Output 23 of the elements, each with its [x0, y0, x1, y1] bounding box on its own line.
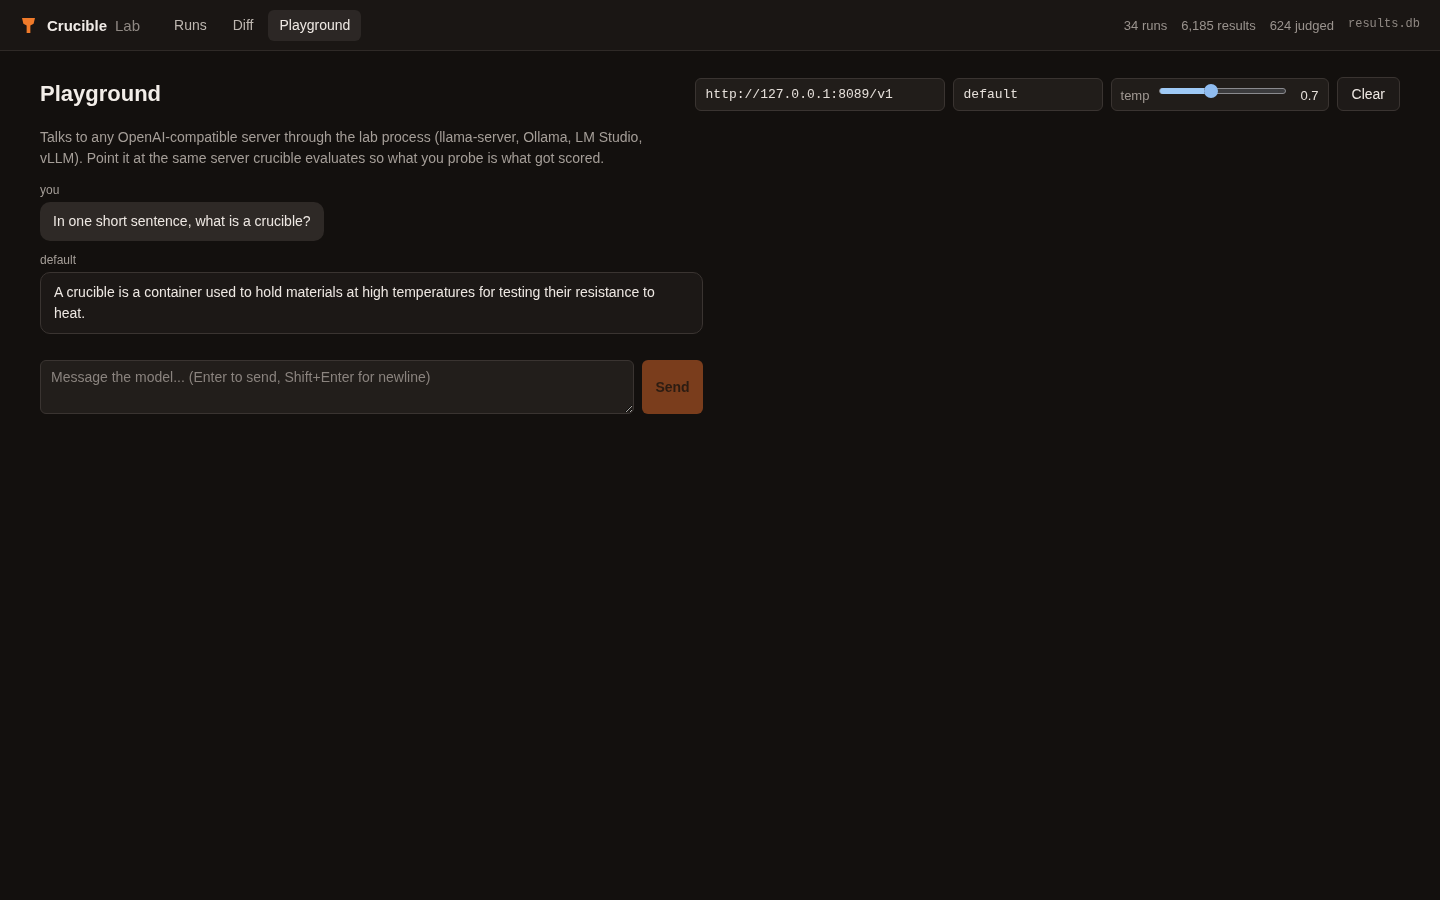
user-message: In one short sentence, what is a crucible? — [40, 202, 324, 241]
model-field[interactable]: default — [952, 77, 1103, 111]
stat-text: 6,185 results — [1181, 17, 1256, 33]
description-text: Talks to any OpenAI-compatible server through the lab process (llama-server, Ollama, LM Studio, vLLM). Point it at the same server crucible evaluates so what you probe is what got scored. — [40, 128, 644, 168]
temperature-label: temp — [1120, 87, 1150, 103]
brand-suffix: Lab — [115, 16, 141, 34]
funnel-icon — [22, 17, 35, 33]
nav-tab[interactable]: Diff — [221, 9, 265, 41]
url-field[interactable]: http://127.0.0.1:8089/v1 — [694, 77, 945, 111]
slider-thumb[interactable] — [1204, 84, 1219, 98]
page-title: Playground — [40, 81, 161, 107]
temperature-reading: 0.7 — [1300, 87, 1319, 103]
message-input[interactable]: Message the model... (Enter to send, Shift+Enter for newline) — [40, 360, 634, 414]
database-name: results.db — [1348, 17, 1420, 31]
stat-text: 34 runs — [1123, 17, 1168, 33]
brand-name: Crucible — [47, 16, 107, 34]
nav-tab[interactable]: Runs — [163, 9, 218, 41]
sender-label: default — [40, 253, 77, 267]
sender-label: you — [40, 183, 60, 197]
assistant-message: A crucible is a container used to hold materials at high temperatures for testing their resistance to heat. — [40, 272, 703, 334]
nav-tab[interactable]: Playground — [268, 9, 362, 41]
stat-text: 624 judged — [1269, 17, 1334, 33]
clear-button[interactable]: Clear — [1336, 77, 1400, 111]
